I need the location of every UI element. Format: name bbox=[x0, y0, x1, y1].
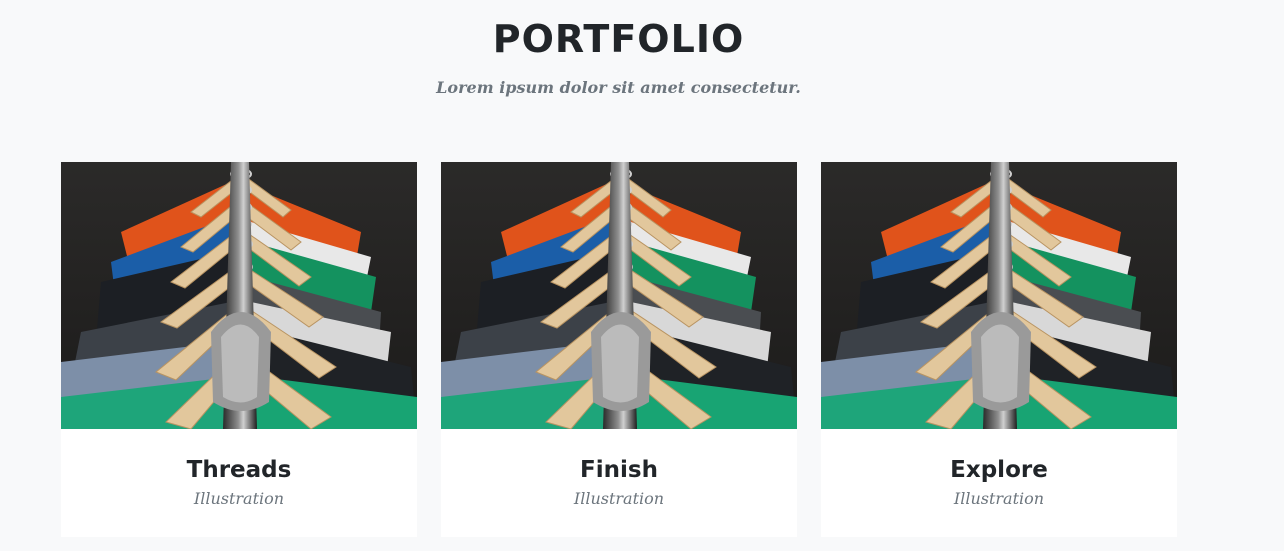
portfolio-item-threads[interactable]: Threads Illustration bbox=[61, 162, 417, 537]
portfolio-item-finish[interactable]: Finish Illustration bbox=[441, 162, 797, 537]
portfolio-category: Illustration bbox=[193, 489, 285, 508]
section-title: PORTFOLIO bbox=[492, 17, 745, 61]
portfolio-image[interactable] bbox=[61, 162, 417, 429]
portfolio-title: Threads bbox=[186, 457, 292, 483]
portfolio-caption: Explore Illustration bbox=[821, 429, 1177, 537]
portfolio-image[interactable] bbox=[821, 162, 1177, 429]
portfolio-title: Explore bbox=[950, 457, 1048, 483]
portfolio-caption: Threads Illustration bbox=[61, 429, 417, 537]
portfolio-category: Illustration bbox=[573, 489, 665, 508]
portfolio-grid: Threads Illustration Finish Illustration… bbox=[61, 162, 1177, 537]
section-subtitle: Lorem ipsum dolor sit amet consectetur. bbox=[436, 78, 801, 97]
portfolio-item-explore[interactable]: Explore Illustration bbox=[821, 162, 1177, 537]
portfolio-caption: Finish Illustration bbox=[441, 429, 797, 537]
portfolio-title: Finish bbox=[580, 457, 658, 483]
portfolio-image[interactable] bbox=[441, 162, 797, 429]
portfolio-category: Illustration bbox=[953, 489, 1045, 508]
